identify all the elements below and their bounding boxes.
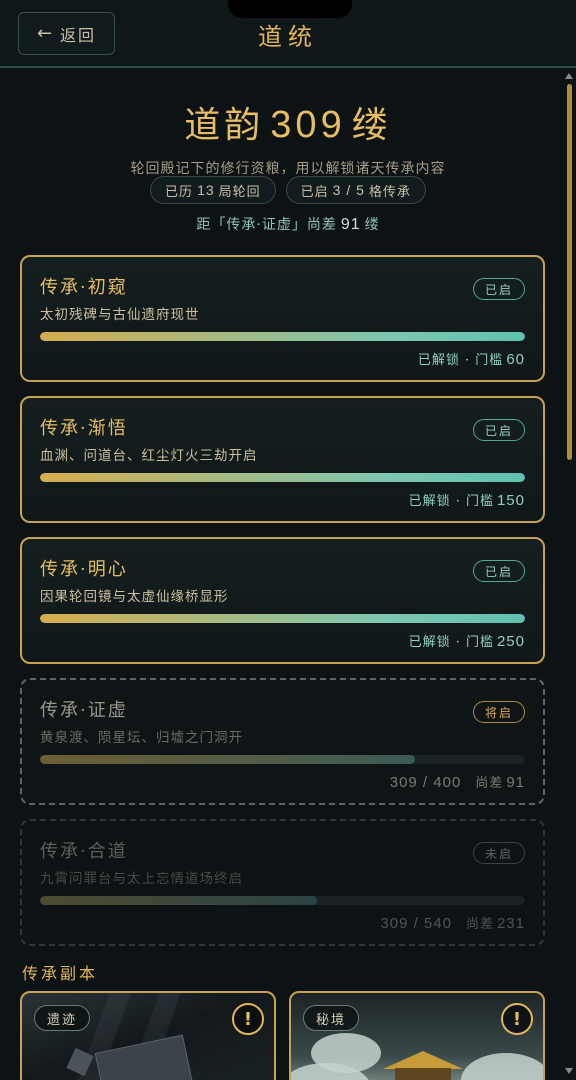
instance-card-ruins[interactable]: 遗迹 ! — [20, 991, 276, 1080]
alert-icon[interactable]: ! — [232, 1003, 264, 1035]
page-title: 道统 — [258, 23, 318, 51]
tier-card[interactable]: 传承·明心 因果轮回镜与太虚仙缘桥显形 已启 已解锁 · 门槛 250 — [20, 537, 545, 664]
remaining-value: 231 — [496, 915, 525, 932]
cycles-prefix: 已历 — [165, 184, 194, 200]
tier-status-badge: 已启 — [473, 419, 525, 441]
tier-status-text: 309 / 540 尚差 231 — [380, 913, 525, 932]
tier-card[interactable]: 传承·证虚 黄泉渡、陨星坛、归墟之门洞开 将启 309 / 400 尚差 91 — [20, 678, 545, 805]
tier-status-text: 已解锁 · 门槛 250 — [409, 631, 525, 650]
summary-pills: 已历 13 局轮回 已启 3 / 5 格传承 — [0, 176, 576, 204]
unlocked-prefix: 已启 — [300, 184, 329, 200]
unlocked-suffix: 格传承 — [368, 184, 411, 200]
status-prefix: 已解锁 · 门槛 — [408, 494, 494, 509]
tier-description: 血渊、问道台、红尘灯火三劫开启 — [40, 448, 258, 464]
tier-card[interactable]: 传承·合道 九霄问罪台与太上忘情道场终启 未启 309 / 540 尚差 231 — [20, 819, 545, 946]
tier-progress-fill — [40, 896, 318, 905]
tier-description: 黄泉渡、陨星坛、归墟之门洞开 — [40, 730, 243, 746]
pagoda-roof-image — [383, 1051, 463, 1069]
tier-description: 太初残碑与古仙遗府现世 — [40, 307, 200, 323]
cycles-pill: 已历 13 局轮回 — [150, 176, 276, 204]
status-prefix: 已解锁 · 门槛 — [417, 353, 504, 368]
scroll-up-arrow-icon[interactable] — [565, 73, 573, 79]
score-unit: 缕 — [351, 105, 392, 146]
tier-progress-bar — [40, 332, 525, 341]
remaining-value: 91 — [506, 774, 525, 791]
progress-count: 309 / 400 — [389, 774, 462, 791]
tier-status-badge: 已启 — [473, 278, 525, 300]
cycles-suffix: 局轮回 — [218, 184, 261, 200]
alert-icon[interactable]: ! — [501, 1003, 533, 1035]
score-display: 道韵 309 缕 — [0, 96, 576, 148]
tier-status-badge: 将启 — [473, 701, 525, 723]
distance-prefix: 距「传承·证虚」尚差 — [196, 217, 337, 233]
tier-progress-fill — [40, 473, 525, 482]
tier-description: 九霄问罪台与太上忘情道场终启 — [40, 871, 243, 887]
tier-progress-fill — [40, 614, 525, 623]
tier-card[interactable]: 传承·渐悟 血渊、问道台、红尘灯火三劫开启 已启 已解锁 · 门槛 150 — [20, 396, 545, 523]
pagoda-body-image — [395, 1068, 451, 1080]
progress-count: 309 / 540 — [380, 915, 452, 932]
score-label: 道韵 — [184, 105, 265, 146]
status-prefix: 已解锁 · 门槛 — [408, 635, 494, 650]
tier-title: 传承·初窥 — [40, 277, 128, 298]
remaining-label: 尚差 — [475, 776, 504, 791]
instance-tag: 遗迹 — [34, 1005, 91, 1031]
tier-title: 传承·渐悟 — [40, 418, 128, 439]
summary-header: 道韵 309 缕 轮回殿记下的修行资粮，用以解锁诸天传承内容 — [0, 96, 576, 178]
tier-status-text: 已解锁 · 门槛 150 — [409, 490, 525, 509]
tier-title: 传承·证虚 — [40, 700, 128, 721]
tier-status-text: 已解锁 · 门槛 60 — [418, 349, 525, 368]
threshold-value: 150 — [496, 492, 525, 509]
tier-progress-bar — [40, 473, 525, 482]
instance-tag: 秘境 — [303, 1005, 360, 1031]
distance-suffix: 缕 — [364, 217, 380, 233]
distance-value: 91 — [340, 216, 361, 233]
cycles-value: 13 — [197, 182, 215, 198]
unlocked-value: 3 / 5 — [332, 182, 365, 198]
scroll-down-arrow-icon[interactable] — [565, 1068, 573, 1074]
cloud-decoration — [461, 1053, 543, 1080]
threshold-value: 250 — [496, 633, 525, 650]
tier-status-badge: 已启 — [473, 560, 525, 582]
instance-card-secret-realm[interactable]: 秘境 ! — [289, 991, 545, 1080]
tier-progress-bar — [40, 755, 525, 764]
score-value: 309 — [270, 104, 346, 146]
remaining-label: 尚差 — [465, 917, 494, 932]
tier-progress-fill — [40, 332, 525, 341]
summary-subtitle: 轮回殿记下的修行资粮，用以解锁诸天传承内容 — [130, 161, 446, 177]
tier-title: 传承·合道 — [40, 841, 128, 862]
tier-card[interactable]: 传承·初窥 太初残碑与古仙遗府现世 已启 已解锁 · 门槛 60 — [20, 255, 545, 382]
tier-progress-fill — [40, 755, 415, 764]
tier-title: 传承·明心 — [40, 559, 128, 580]
unlocked-pill: 已启 3 / 5 格传承 — [285, 176, 426, 204]
tier-description: 因果轮回镜与太虚仙缘桥显形 — [40, 589, 229, 605]
tier-status-badge: 未启 — [473, 842, 525, 864]
instances-section-title: 传承副本 — [22, 964, 99, 983]
device-notch — [228, 0, 352, 18]
tier-progress-bar — [40, 614, 525, 623]
tier-status-text: 309 / 400 尚差 91 — [390, 772, 525, 791]
tier-progress-bar — [40, 896, 525, 905]
next-tier-distance: 距「传承·证虚」尚差 91 缕 — [0, 214, 576, 234]
threshold-value: 60 — [506, 351, 525, 368]
